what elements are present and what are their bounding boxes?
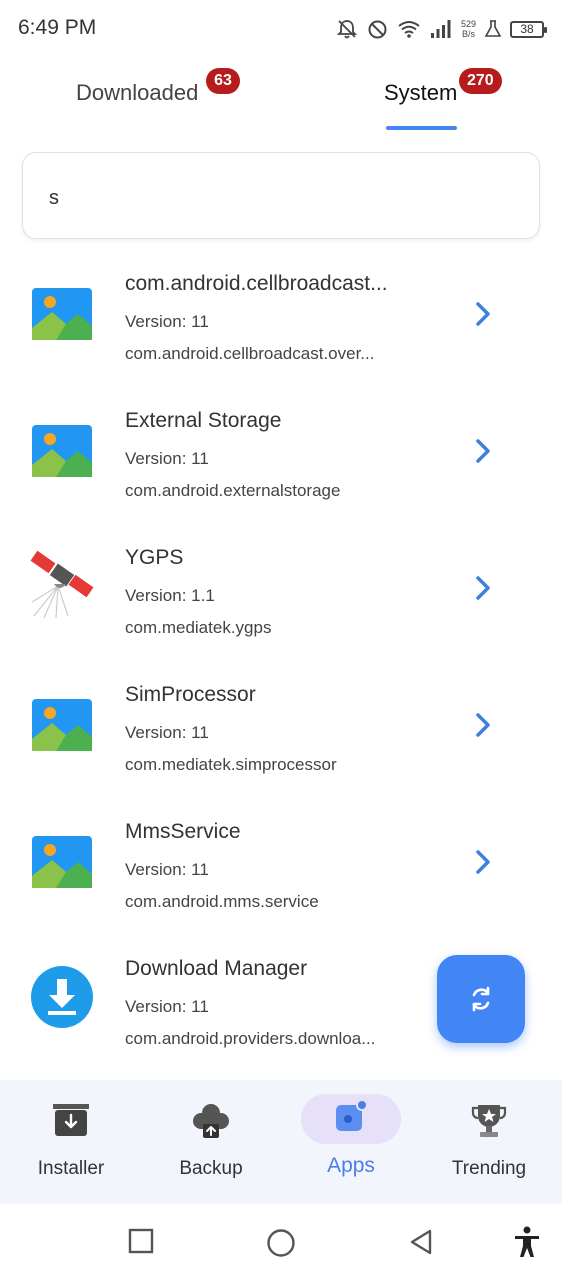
app-list-item[interactable]: com.android.cellbroadcast... Version: 11… — [0, 246, 562, 383]
app-name: Download Manager — [125, 957, 308, 980]
search-input[interactable] — [49, 183, 509, 213]
app-name: MmsService — [125, 820, 241, 843]
nav-backup[interactable]: Backup — [141, 1080, 281, 1204]
nav-trending[interactable]: Trending — [419, 1080, 559, 1204]
refresh-button[interactable] — [437, 955, 525, 1043]
wifi-icon — [398, 21, 420, 38]
nav-label: Backup — [179, 1158, 243, 1179]
count-badge: 270 — [459, 68, 502, 94]
app-package: com.mediatek.simprocessor — [125, 755, 337, 774]
home-icon[interactable] — [266, 1228, 296, 1258]
installer-icon — [53, 1104, 89, 1136]
chevron-right-icon[interactable] — [472, 848, 496, 876]
satellite-icon — [30, 550, 94, 619]
system-navigation-bar — [0, 1204, 562, 1280]
app-package: com.android.mms.service — [125, 892, 319, 911]
chevron-right-icon[interactable] — [472, 437, 496, 465]
image-placeholder-icon — [32, 288, 92, 340]
app-name: External Storage — [125, 409, 282, 432]
nav-label: Apps — [327, 1154, 375, 1177]
app-list-item[interactable]: YGPS Version: 1.1 com.mediatek.ygps — [0, 520, 562, 657]
apps-icon — [336, 1099, 368, 1131]
nav-installer[interactable]: Installer — [1, 1080, 141, 1204]
app-package: com.mediatek.ygps — [125, 618, 272, 637]
tab-system[interactable]: System 270 — [384, 68, 502, 106]
mute-icon — [336, 20, 358, 39]
image-placeholder-icon — [32, 699, 92, 751]
chevron-right-icon[interactable] — [472, 300, 496, 328]
app-version: Version: 11 — [125, 723, 209, 742]
bottom-navigation: Installer Backup Apps Trending — [0, 1080, 562, 1204]
tab-label: System — [384, 80, 458, 105]
download-icon — [31, 966, 93, 1028]
battery-level: 38 — [520, 21, 534, 36]
battery-icon: 38 — [510, 20, 547, 38]
image-placeholder-icon — [32, 425, 92, 477]
chevron-right-icon[interactable] — [472, 574, 496, 602]
search-box[interactable] — [22, 152, 540, 239]
app-package: com.android.cellbroadcast.over... — [125, 344, 375, 363]
app-name: SimProcessor — [125, 683, 256, 706]
image-placeholder-icon — [32, 836, 92, 888]
tab-bar: Downloaded 63 System 270 — [0, 58, 562, 138]
status-bar: 6:49 PM 529 B/s 38 — [0, 0, 562, 58]
nav-label: Installer — [37, 1158, 105, 1179]
active-tab-indicator — [386, 126, 457, 130]
app-version: Version: 11 — [125, 997, 209, 1016]
trophy-icon — [471, 1105, 507, 1137]
status-time: 6:49 PM — [18, 16, 97, 39]
status-icons: 529 B/s 38 — [336, 14, 547, 44]
app-list-item[interactable]: MmsService Version: 11 com.android.mms.s… — [0, 794, 562, 931]
net-speed-unit: B/s — [461, 29, 475, 39]
net-speed-value: 529 — [460, 19, 476, 29]
lab-icon — [485, 20, 501, 37]
app-version: Version: 11 — [125, 449, 209, 468]
app-list-item[interactable]: External Storage Version: 11 com.android… — [0, 383, 562, 520]
app-name: com.android.cellbroadcast... — [125, 272, 388, 295]
nav-apps[interactable]: Apps — [281, 1080, 421, 1204]
app-version: Version: 11 — [125, 312, 209, 331]
tab-downloaded[interactable]: Downloaded 63 — [76, 68, 240, 106]
net-speed: 529 B/s — [461, 19, 476, 39]
app-version: Version: 1.1 — [125, 586, 215, 605]
dnd-icon — [368, 20, 387, 38]
app-list-item[interactable]: SimProcessor Version: 11 com.mediatek.si… — [0, 657, 562, 794]
tab-label: Downloaded — [76, 80, 199, 105]
signal-icon — [430, 20, 451, 38]
chevron-right-icon[interactable] — [472, 711, 496, 739]
back-icon[interactable] — [408, 1228, 434, 1256]
accessibility-icon[interactable] — [513, 1226, 541, 1258]
refresh-icon — [472, 986, 490, 1012]
recents-icon[interactable] — [128, 1228, 154, 1254]
cloud-upload-icon — [193, 1104, 229, 1138]
app-version: Version: 11 — [125, 860, 209, 879]
count-badge: 63 — [206, 68, 240, 94]
nav-label: Trending — [451, 1158, 527, 1179]
app-package: com.android.providers.downloa... — [125, 1029, 376, 1048]
app-name: YGPS — [125, 546, 184, 569]
app-package: com.android.externalstorage — [125, 481, 341, 500]
